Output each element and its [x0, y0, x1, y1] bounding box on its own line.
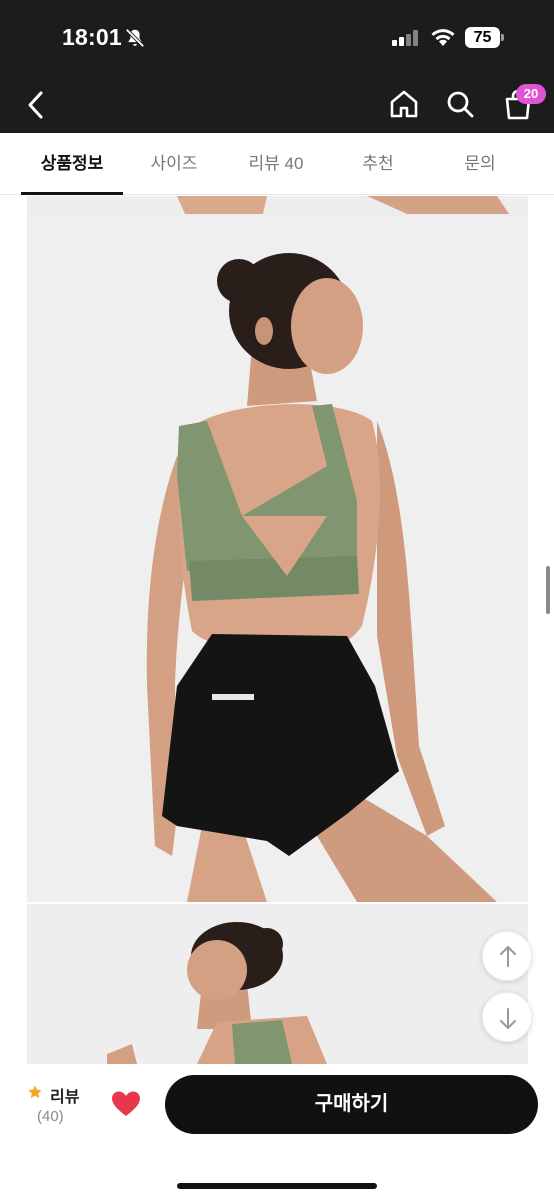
buy-button[interactable]: 구매하기 — [165, 1075, 538, 1134]
product-detail-content — [0, 196, 554, 1064]
tab-recommend[interactable]: 추천 — [327, 133, 429, 195]
tab-size[interactable]: 사이즈 — [123, 133, 225, 195]
top-bar: 18:01 75 20 — [0, 0, 554, 133]
cart-count-badge: 20 — [516, 84, 546, 104]
heart-icon[interactable] — [111, 1090, 141, 1118]
active-tab-indicator — [21, 192, 123, 195]
product-tabs: 상품정보 사이즈 리뷰 40 추천 문의 — [0, 133, 554, 195]
arrow-up-icon — [500, 946, 516, 967]
tab-inquiry[interactable]: 문의 — [429, 133, 531, 195]
tab-reviews[interactable]: 리뷰 40 — [225, 133, 327, 195]
bell-slash-icon — [125, 28, 145, 48]
product-photo-side-view — [27, 904, 528, 1064]
status-time: 18:01 — [62, 24, 122, 50]
previous-photo-edge — [27, 196, 528, 216]
search-icon[interactable] — [444, 88, 476, 120]
cellular-signal-icon — [392, 30, 420, 46]
battery-level: 75 — [465, 27, 500, 48]
chevron-left-icon[interactable] — [22, 88, 52, 122]
tab-product-info[interactable]: 상품정보 — [21, 133, 123, 195]
product-photo-back-view — [27, 216, 528, 902]
review-label[interactable]: 리뷰 — [50, 1083, 79, 1107]
battery-indicator: 75 — [465, 27, 505, 48]
home-indicator — [177, 1183, 377, 1189]
scroll-bottom-button[interactable] — [482, 992, 532, 1042]
review-count[interactable]: (40) — [37, 1108, 64, 1125]
wifi-icon — [431, 29, 455, 46]
scrollbar-thumb[interactable] — [546, 566, 550, 614]
star-icon — [28, 1085, 42, 1099]
home-icon[interactable] — [388, 88, 420, 120]
arrow-down-icon — [500, 1008, 516, 1029]
scroll-top-button[interactable] — [482, 931, 532, 981]
